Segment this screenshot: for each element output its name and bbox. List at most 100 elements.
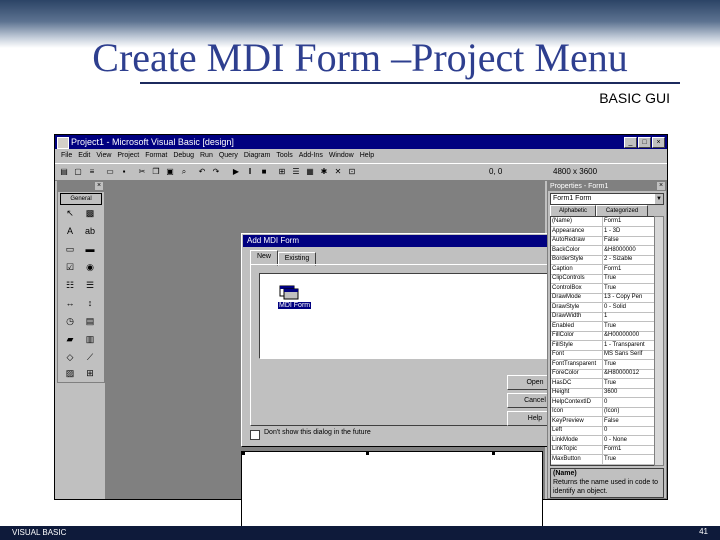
property-value[interactable]: 0 - None xyxy=(602,435,655,445)
toolbox-icon[interactable]: ✕ xyxy=(333,167,343,177)
property-row[interactable]: Caption Form1 xyxy=(551,264,655,275)
toolbox-tab-general[interactable]: General xyxy=(60,193,102,205)
property-row[interactable]: BackColor &H8000000 xyxy=(551,245,655,256)
property-value[interactable]: 0 - Solid xyxy=(602,302,655,312)
resize-handle[interactable] xyxy=(492,452,495,455)
menu-editor-icon[interactable]: ≡ xyxy=(87,167,97,177)
property-value[interactable]: 1 - Transparent xyxy=(602,340,655,350)
add-project-icon[interactable]: ▤ xyxy=(59,167,69,177)
property-value[interactable]: 2 - Sizable xyxy=(602,255,655,264)
property-row[interactable]: KeyPreview False xyxy=(551,416,655,427)
find-icon[interactable]: ⌕ xyxy=(179,167,189,177)
property-value[interactable]: False xyxy=(602,416,655,426)
paste-icon[interactable]: ▣ xyxy=(165,167,175,177)
property-row[interactable]: FontTransparent True xyxy=(551,359,655,370)
property-value[interactable]: True xyxy=(602,283,655,293)
commandbutton-icon[interactable]: ▬ xyxy=(82,242,98,256)
dont-show-checkbox[interactable] xyxy=(250,430,260,440)
property-row[interactable]: HasDC True xyxy=(551,378,655,389)
line-icon[interactable]: ⟋ xyxy=(82,350,98,364)
menu-view[interactable]: View xyxy=(96,150,111,162)
property-value[interactable]: True xyxy=(602,321,655,331)
end-icon[interactable]: ■ xyxy=(259,167,269,177)
property-value[interactable]: Form1 xyxy=(602,445,655,454)
menu-format[interactable]: Format xyxy=(145,150,167,162)
label-icon[interactable]: A xyxy=(62,224,78,238)
property-row[interactable]: DrawStyle 0 - Solid xyxy=(551,302,655,313)
property-row[interactable]: BorderStyle 2 - Sizable xyxy=(551,255,655,265)
filelistbox-icon[interactable]: ▥ xyxy=(82,332,98,346)
properties-window-icon[interactable]: ☰ xyxy=(291,167,301,177)
property-value[interactable]: 3600 xyxy=(602,388,655,397)
close-icon[interactable]: × xyxy=(95,182,103,190)
property-row[interactable]: Font MS Sans Serif xyxy=(551,350,655,360)
checkbox-icon[interactable]: ☑ xyxy=(62,260,78,274)
start-icon[interactable]: ▶ xyxy=(231,167,241,177)
data-control-icon[interactable]: ⊞ xyxy=(82,366,98,380)
close-icon[interactable]: × xyxy=(657,182,665,190)
property-row[interactable]: MaxButton True xyxy=(551,454,655,465)
resize-handle[interactable] xyxy=(242,452,245,455)
property-row[interactable]: DrawMode 13 - Copy Pen xyxy=(551,293,655,303)
undo-icon[interactable]: ↶ xyxy=(197,167,207,177)
property-row[interactable]: AutoRedraw False xyxy=(551,236,655,246)
mdi-form-icon[interactable] xyxy=(278,284,300,300)
pointer-icon[interactable]: ↖ xyxy=(62,206,78,220)
menu-window[interactable]: Window xyxy=(329,150,354,162)
property-row[interactable]: ForeColor &H80000012 xyxy=(551,369,655,379)
vscrollbar-icon[interactable]: ↕ xyxy=(82,296,98,310)
listbox-icon[interactable]: ☰ xyxy=(82,278,98,292)
combobox-icon[interactable]: ☷ xyxy=(62,278,78,292)
property-value[interactable]: 0 xyxy=(602,426,655,435)
property-scrollbar[interactable] xyxy=(654,216,664,466)
picturebox-icon[interactable]: ▩ xyxy=(82,206,98,220)
property-value[interactable]: True xyxy=(602,359,655,369)
property-value[interactable]: &H80000012 xyxy=(602,369,655,378)
property-value[interactable]: &H00000000 xyxy=(602,331,655,340)
property-row[interactable]: ControlBox True xyxy=(551,283,655,294)
object-browser-icon[interactable]: ✱ xyxy=(319,167,329,177)
menu-add-ins[interactable]: Add-Ins xyxy=(299,150,323,162)
property-row[interactable]: Enabled True xyxy=(551,321,655,332)
break-icon[interactable]: ‖ xyxy=(245,167,255,177)
property-row[interactable]: Icon (Icon) xyxy=(551,407,655,417)
property-value[interactable]: True xyxy=(602,378,655,388)
project-explorer-icon[interactable]: ⊞ xyxy=(277,167,287,177)
property-value[interactable]: True xyxy=(602,274,655,283)
cut-icon[interactable]: ✂ xyxy=(137,167,147,177)
save-project-icon[interactable]: ▪ xyxy=(119,167,129,177)
property-value[interactable]: 1 xyxy=(602,312,655,321)
object-selector[interactable]: Form1 Form ▼ xyxy=(550,193,664,205)
hscrollbar-icon[interactable]: ↔ xyxy=(62,296,78,310)
textbox-icon[interactable]: ab xyxy=(82,224,98,238)
property-value[interactable]: True xyxy=(602,454,655,464)
menu-debug[interactable]: Debug xyxy=(173,150,194,162)
property-row[interactable]: Height 3600 xyxy=(551,388,655,398)
maximize-button[interactable]: □ xyxy=(638,137,651,148)
property-row[interactable]: Appearance 1 - 3D xyxy=(551,226,655,237)
property-row[interactable]: Left 0 xyxy=(551,426,655,436)
property-row[interactable]: FillStyle 1 - Transparent xyxy=(551,340,655,351)
property-value[interactable]: &H8000000 xyxy=(602,245,655,255)
data-view-icon[interactable]: ⊡ xyxy=(347,167,357,177)
menu-edit[interactable]: Edit xyxy=(78,150,90,162)
menu-project[interactable]: Project xyxy=(117,150,139,162)
property-value[interactable]: Form1 xyxy=(602,264,655,274)
chevron-down-icon[interactable]: ▼ xyxy=(655,194,663,204)
dirlistbox-icon[interactable]: ▰ xyxy=(62,332,78,346)
property-value[interactable]: 0 xyxy=(602,397,655,407)
property-value[interactable]: False xyxy=(602,236,655,245)
form-layout-icon[interactable]: ▦ xyxy=(305,167,315,177)
image-icon[interactable]: ▨ xyxy=(62,366,78,380)
property-row[interactable]: LinkMode 0 - None xyxy=(551,435,655,446)
close-button[interactable]: × xyxy=(652,137,665,148)
drivelistbox-icon[interactable]: ▤ xyxy=(82,314,98,328)
property-row[interactable]: DrawWidth 1 xyxy=(551,312,655,322)
menu-help[interactable]: Help xyxy=(360,150,374,162)
menu-diagram[interactable]: Diagram xyxy=(244,150,270,162)
property-row[interactable]: FillColor &H00000000 xyxy=(551,331,655,341)
minimize-button[interactable]: _ xyxy=(624,137,637,148)
property-value[interactable]: Form1 xyxy=(602,217,655,226)
menu-file[interactable]: File xyxy=(61,150,72,162)
frame-icon[interactable]: ▭ xyxy=(62,242,78,256)
